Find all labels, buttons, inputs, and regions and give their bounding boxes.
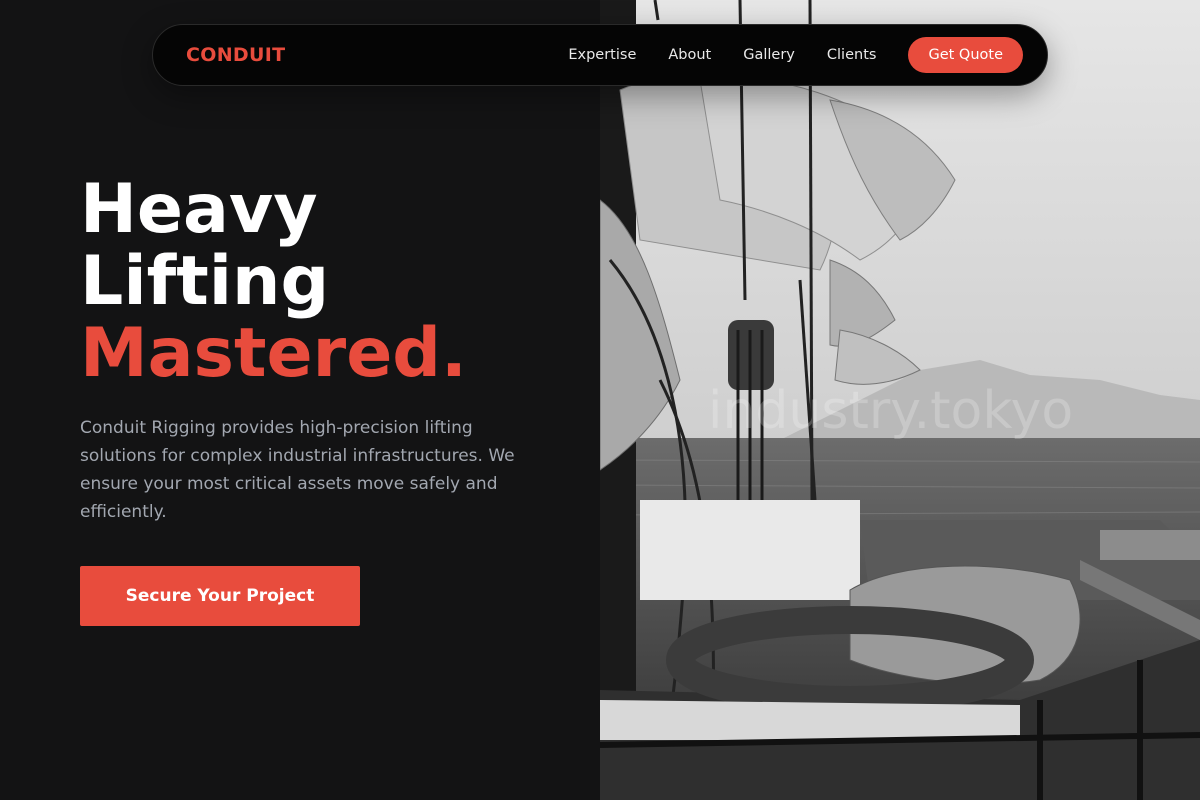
nav-links: Expertise About Gallery Clients Get Quot… [568,37,1023,73]
brand-logo[interactable]: CONDUIT [186,44,285,66]
nav-link-clients[interactable]: Clients [827,47,877,63]
hero-description: Conduit Rigging provides high-precision … [80,418,515,522]
hero-left-panel [0,0,600,800]
nav-link-about[interactable]: About [668,47,711,63]
nav-link-gallery[interactable]: Gallery [743,47,795,63]
hero-title: Heavy Lifting Mastered. [80,174,467,390]
hero-title-line-1: Heavy [80,170,318,249]
secure-project-button[interactable]: Secure Your Project [80,566,360,626]
nav-link-expertise[interactable]: Expertise [568,47,636,63]
hero-title-line-2: Lifting [80,242,330,321]
sailboat-rigging-photo: industry.tokyo [600,0,1200,800]
top-navbar: CONDUIT Expertise About Gallery Clients … [152,24,1048,86]
hero-title-accent: Mastered. [80,314,467,393]
photo-watermark: industry.tokyo [708,381,1073,441]
get-quote-button[interactable]: Get Quote [908,37,1023,73]
hero-photo: industry.tokyo [600,0,1200,800]
